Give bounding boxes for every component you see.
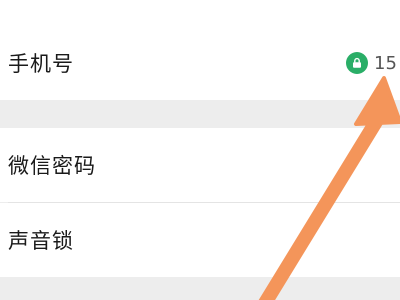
lock-icon <box>346 52 368 74</box>
phone-number: 15 <box>374 52 397 74</box>
settings-row-voice-lock[interactable]: 声音锁 <box>0 203 400 277</box>
settings-row-top[interactable] <box>0 0 400 26</box>
phone-value: 15 <box>346 52 400 74</box>
settings-row-phone[interactable]: 手机号 15 <box>0 26 400 100</box>
wechat-password-label: 微信密码 <box>8 154 96 178</box>
settings-row-wechat-password[interactable]: 微信密码 <box>0 128 400 202</box>
account-security-screen: 手机号 15 微信密码 声音锁 <box>0 0 400 300</box>
phone-label: 手机号 <box>8 52 74 76</box>
voice-lock-label: 声音锁 <box>8 229 74 253</box>
